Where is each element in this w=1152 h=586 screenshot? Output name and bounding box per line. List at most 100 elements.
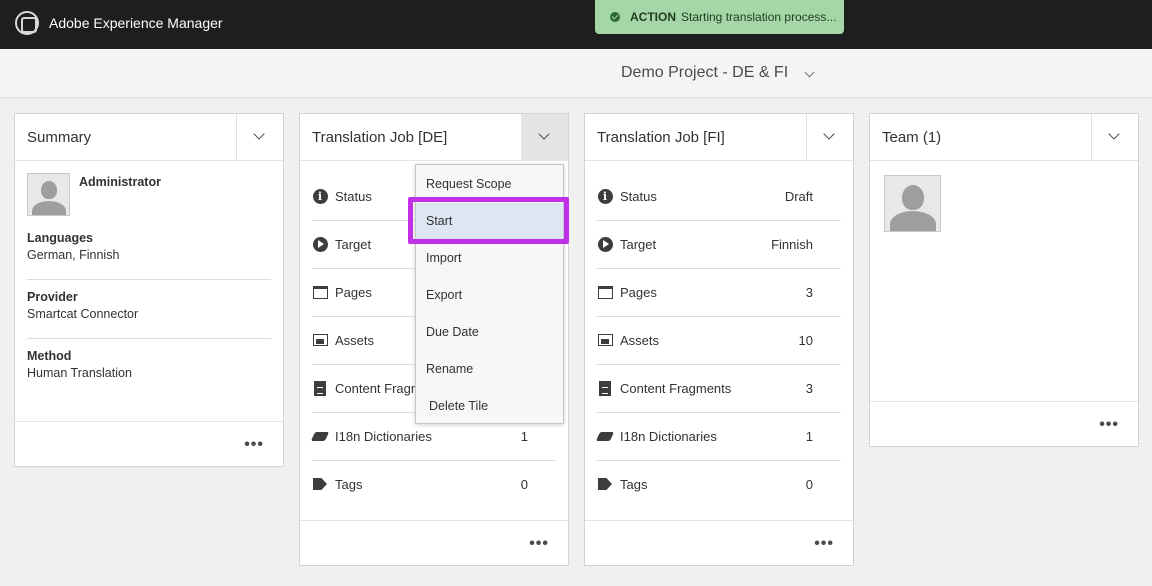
chevron-down-icon bbox=[1108, 128, 1120, 140]
card-title: Translation Job [DE] bbox=[312, 129, 448, 146]
target-row: Target Finnish bbox=[597, 221, 841, 269]
status-row: i Status Draft bbox=[597, 173, 841, 221]
card-footer: ••• bbox=[585, 520, 853, 565]
more-options-icon[interactable]: ••• bbox=[814, 535, 834, 553]
dictionary-icon bbox=[310, 431, 330, 441]
tags-row: Tags 0 bbox=[597, 461, 841, 509]
row-label: Assets bbox=[620, 333, 660, 348]
row-value: 1 bbox=[520, 429, 528, 444]
card-menu-button[interactable] bbox=[1091, 114, 1138, 160]
more-options-icon[interactable]: ••• bbox=[1099, 416, 1119, 434]
card-header: Translation Job [DE] bbox=[300, 114, 568, 161]
action-toast: ACTION Starting translation process... bbox=[595, 0, 844, 34]
row-label: I18n Dictionaries bbox=[620, 429, 717, 444]
card-header: Translation Job [FI] bbox=[585, 114, 853, 161]
row-label: Tags bbox=[335, 477, 363, 492]
user-name: Administrator bbox=[79, 175, 161, 189]
divider bbox=[27, 279, 271, 280]
chevron-down-icon bbox=[538, 128, 550, 140]
row-value: 3 bbox=[805, 381, 813, 396]
menu-item-import[interactable]: Import bbox=[416, 240, 563, 277]
adobe-logo-icon[interactable] bbox=[15, 11, 39, 35]
row-label: Target bbox=[620, 237, 657, 252]
provider-section: Provider Smartcat Connector bbox=[27, 290, 271, 321]
row-label: Assets bbox=[335, 333, 375, 348]
content-fragments-row: Content Fragments 3 bbox=[597, 365, 841, 413]
assets-row: Assets 10 bbox=[597, 317, 841, 365]
card-footer: ••• bbox=[870, 401, 1138, 446]
toast-message: Starting translation process... bbox=[681, 10, 837, 24]
document-icon bbox=[314, 380, 326, 396]
menu-item-due-date[interactable]: Due Date bbox=[416, 314, 563, 351]
document-icon bbox=[599, 380, 611, 396]
tag-icon bbox=[313, 478, 327, 490]
play-icon bbox=[312, 236, 328, 252]
row-label: Content Fragments bbox=[620, 381, 732, 396]
row-label: I18n Dictionaries bbox=[335, 429, 432, 444]
languages-value: German, Finnish bbox=[27, 248, 120, 262]
row-value: 10 bbox=[798, 333, 813, 348]
summary-card: Summary Administrator Languages German, … bbox=[14, 113, 284, 467]
languages-section: Languages German, Finnish bbox=[27, 231, 271, 262]
row-label: Status bbox=[620, 189, 657, 204]
row-value: 3 bbox=[805, 285, 813, 300]
play-icon bbox=[597, 236, 613, 252]
more-options-icon[interactable]: ••• bbox=[529, 535, 549, 553]
menu-item-rename[interactable]: Rename bbox=[416, 351, 563, 388]
project-header: Demo Project - DE & FI bbox=[0, 49, 1152, 98]
more-options-icon[interactable]: ••• bbox=[244, 436, 264, 454]
row-label: Pages bbox=[335, 285, 372, 300]
assets-icon bbox=[312, 334, 328, 346]
menu-item-delete-tile[interactable]: Delete Tile bbox=[416, 388, 563, 425]
method-label: Method bbox=[27, 349, 72, 363]
chevron-down-icon[interactable] bbox=[804, 67, 815, 78]
avatar bbox=[27, 173, 70, 216]
provider-label: Provider bbox=[27, 290, 78, 304]
card-menu-button[interactable] bbox=[521, 114, 568, 160]
card-footer: ••• bbox=[15, 421, 283, 466]
assets-icon bbox=[597, 334, 613, 346]
app-title[interactable]: Adobe Experience Manager bbox=[49, 15, 223, 31]
team-member-avatar[interactable] bbox=[884, 175, 941, 232]
provider-value: Smartcat Connector bbox=[27, 307, 139, 321]
card-title: Team (1) bbox=[882, 129, 942, 146]
row-label: Status bbox=[335, 189, 372, 204]
method-value: Human Translation bbox=[27, 366, 132, 380]
card-header: Team (1) bbox=[870, 114, 1138, 161]
menu-item-export[interactable]: Export bbox=[416, 277, 563, 314]
highlight-annotation bbox=[408, 197, 569, 244]
project-title[interactable]: Demo Project - DE & FI bbox=[621, 64, 788, 82]
row-value: Finnish bbox=[771, 237, 813, 252]
card-title: Translation Job [FI] bbox=[597, 129, 725, 146]
chevron-down-icon bbox=[823, 128, 835, 140]
card-menu-button[interactable] bbox=[236, 114, 283, 160]
toast-label: ACTION bbox=[630, 10, 676, 24]
card-header: Summary bbox=[15, 114, 283, 161]
info-icon: i bbox=[597, 188, 613, 204]
team-card: Team (1) ••• bbox=[869, 113, 1139, 447]
dictionary-icon bbox=[595, 431, 615, 441]
card-title: Summary bbox=[27, 129, 92, 146]
i18n-dictionaries-row: I18n Dictionaries 1 bbox=[595, 413, 841, 461]
row-label: Pages bbox=[620, 285, 657, 300]
translation-job-fi-card: Translation Job [FI] i Status Draft Targ… bbox=[584, 113, 854, 566]
pages-icon bbox=[312, 285, 328, 299]
card-footer: ••• bbox=[300, 520, 568, 565]
row-label: Target bbox=[335, 237, 372, 252]
top-bar: Adobe Experience Manager bbox=[0, 0, 1152, 49]
chevron-down-icon bbox=[253, 128, 265, 140]
method-section: Method Human Translation bbox=[27, 349, 271, 380]
row-value: 1 bbox=[805, 429, 813, 444]
tags-row: Tags 0 bbox=[312, 461, 556, 509]
tag-icon bbox=[598, 478, 612, 490]
row-label: Tags bbox=[620, 477, 648, 492]
pages-row: Pages 3 bbox=[597, 269, 841, 317]
row-value: 0 bbox=[520, 477, 528, 492]
row-value: 0 bbox=[805, 477, 813, 492]
row-value: Draft bbox=[784, 189, 813, 204]
divider bbox=[27, 338, 271, 339]
card-menu-button[interactable] bbox=[806, 114, 853, 160]
pages-icon bbox=[597, 285, 613, 299]
languages-label: Languages bbox=[27, 231, 93, 245]
info-icon: i bbox=[312, 188, 328, 204]
